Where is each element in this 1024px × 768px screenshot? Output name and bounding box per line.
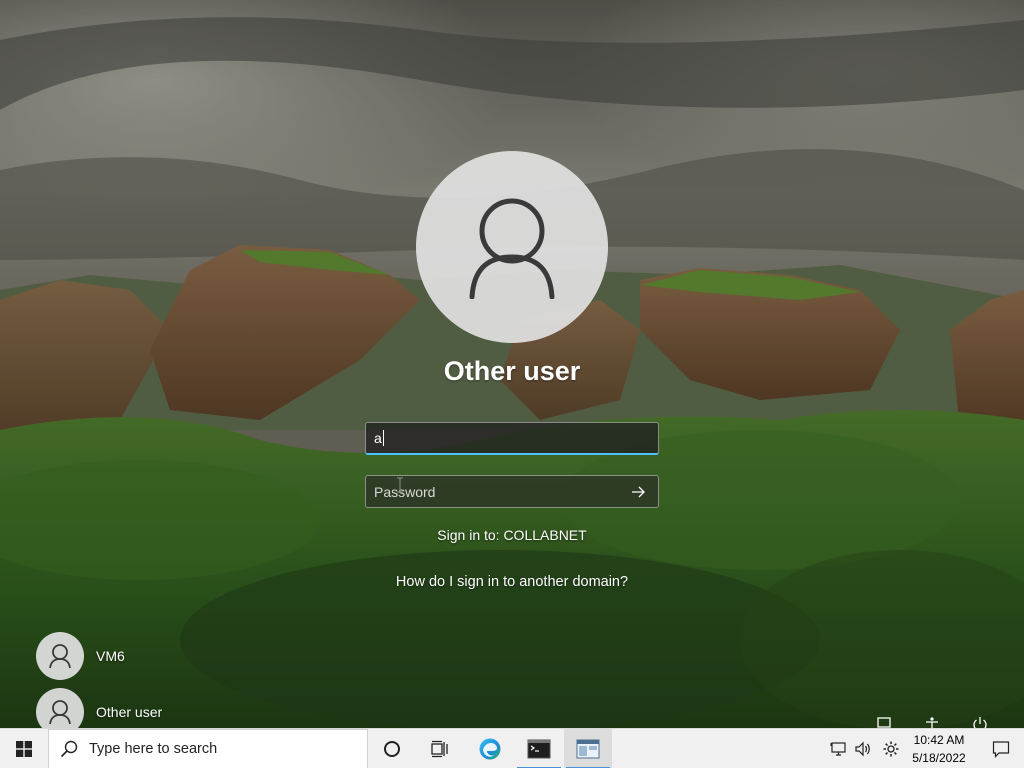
password-placeholder: Password <box>374 483 436 500</box>
search-placeholder: Type here to search <box>89 741 218 757</box>
user-avatar-large <box>416 151 608 343</box>
terminal-icon <box>527 739 551 759</box>
sign-in-domain-text: Sign in to: COLLABNET <box>437 527 587 543</box>
password-input[interactable]: Password <box>365 475 659 508</box>
taskbar-clock[interactable]: 10:42 AM 5/18/2022 <box>906 731 972 767</box>
username-input[interactable]: a <box>365 422 659 455</box>
username-value: a <box>374 430 382 446</box>
submit-arrow-icon[interactable] <box>628 482 650 502</box>
i-beam-cursor-icon <box>396 477 404 498</box>
volume-icon[interactable] <box>851 729 875 768</box>
edge-icon <box>479 738 501 760</box>
network-icon[interactable] <box>827 729 851 768</box>
search-icon <box>49 740 89 758</box>
login-user-title: Other user <box>443 356 581 386</box>
edge-button[interactable] <box>466 729 514 768</box>
cortana-button[interactable] <box>368 729 416 768</box>
taskbar-search-box[interactable]: Type here to search <box>48 729 368 768</box>
avatar <box>36 632 84 680</box>
task-view-icon <box>431 740 448 758</box>
window-app-icon <box>576 739 600 759</box>
clock-date: 5/18/2022 <box>912 751 966 765</box>
settings-icon[interactable] <box>879 729 903 768</box>
power-icon[interactable] <box>972 716 988 728</box>
task-view-button[interactable] <box>416 729 464 768</box>
user-silhouette-icon <box>49 644 71 669</box>
user-tile-vm6[interactable]: VM6 <box>36 632 125 680</box>
user-tile-name: VM6 <box>96 648 125 664</box>
text-caret <box>382 430 384 446</box>
network-connection-icon[interactable] <box>876 716 892 728</box>
accessibility-icon[interactable] <box>924 716 940 728</box>
start-button[interactable] <box>0 729 48 768</box>
window-app-button[interactable] <box>564 729 612 768</box>
taskbar: Type here to search 10:42 AM 5/18/2022 <box>0 728 1024 768</box>
clock-time: 10:42 AM <box>913 733 965 747</box>
windows-logo-icon <box>16 741 32 757</box>
user-tile-name: Other user <box>96 704 163 720</box>
cortana-icon <box>384 741 400 757</box>
user-silhouette-icon <box>469 198 555 299</box>
other-domain-help-link[interactable]: How do I sign in to another domain? <box>312 574 712 590</box>
terminal-button[interactable] <box>515 729 563 768</box>
user-silhouette-icon <box>49 700 71 725</box>
notification-icon <box>992 741 1010 758</box>
action-center-button[interactable] <box>978 729 1024 768</box>
